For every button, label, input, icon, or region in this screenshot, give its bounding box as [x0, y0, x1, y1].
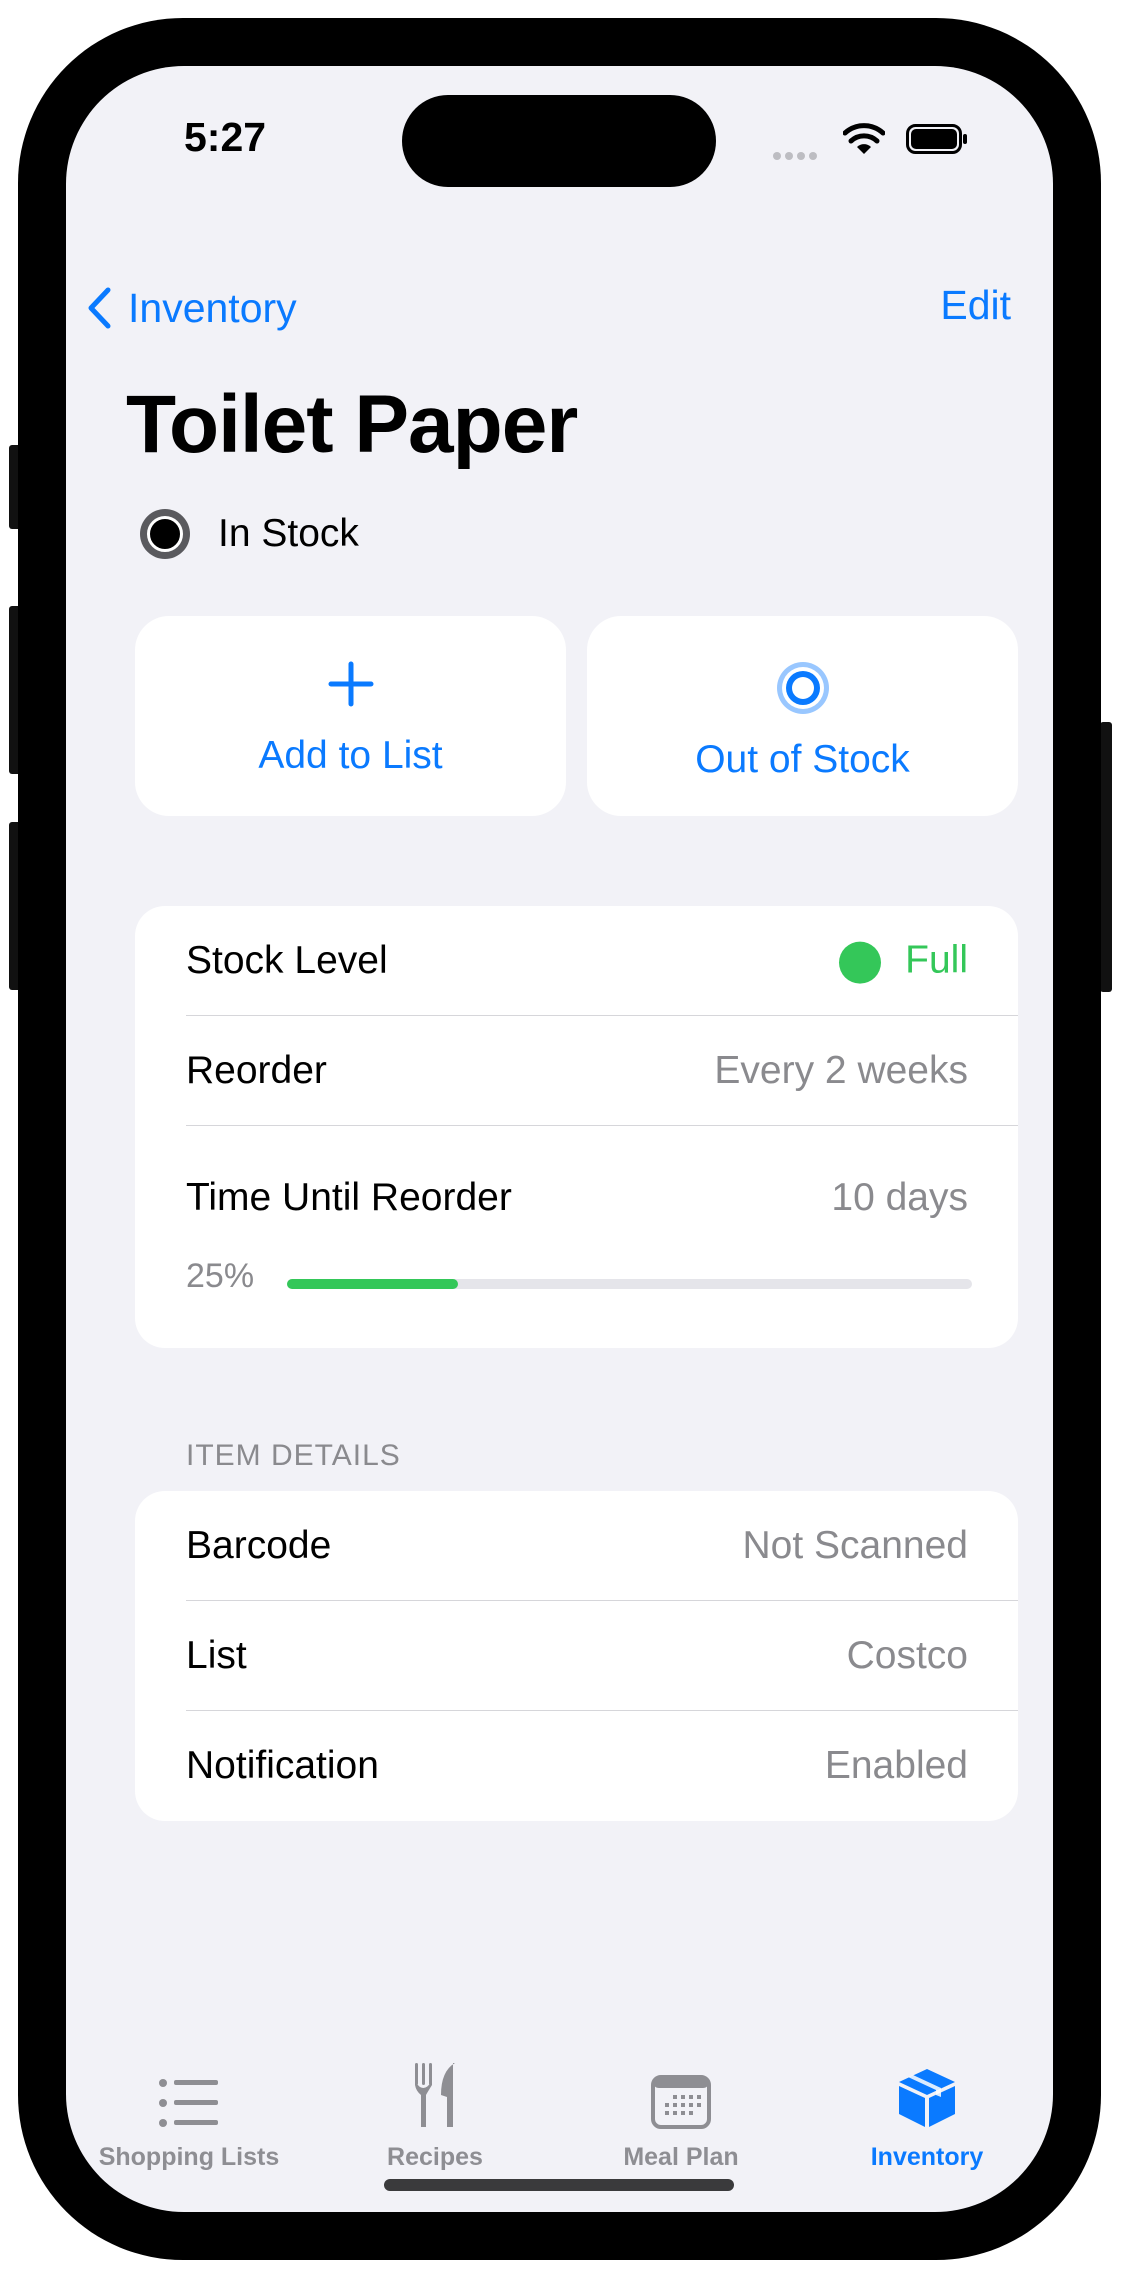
- item-details-header: ITEM DETAILS: [186, 1439, 401, 1472]
- phone-frame: 5:27 Inventory Edit Toilet Paper In Stoc…: [18, 18, 1101, 2260]
- reorder-row[interactable]: Reorder Every 2 weeks: [135, 1016, 1018, 1126]
- screen: 5:27 Inventory Edit Toilet Paper In Stoc…: [66, 66, 1053, 2212]
- calendar-icon: [651, 2075, 711, 2129]
- reorder-value: Every 2 weeks: [714, 1049, 968, 1092]
- tab-label: Meal Plan: [623, 2143, 739, 2171]
- notification-label: Notification: [186, 1744, 379, 1787]
- time-until-reorder-label: Time Until Reorder: [186, 1176, 512, 1219]
- tab-bar: Shopping Lists Recipes Meal Plan Invento…: [66, 2051, 1053, 2191]
- status-time: 5:27: [184, 114, 267, 160]
- page-title: Toilet Paper: [126, 379, 578, 470]
- battery-icon: [906, 124, 967, 154]
- stock-level-row[interactable]: Stock Level Full: [135, 906, 1018, 1016]
- reorder-label: Reorder: [186, 1049, 327, 1092]
- out-of-stock-button[interactable]: Out of Stock: [587, 616, 1018, 816]
- stock-status[interactable]: In Stock: [140, 509, 359, 559]
- plus-icon: [328, 661, 373, 707]
- back-label: Inventory: [128, 284, 297, 331]
- list-label: List: [186, 1634, 247, 1677]
- chevron-left-icon: [88, 287, 111, 329]
- progress-percent: 25%: [186, 1257, 255, 1295]
- notification-row[interactable]: Notification Enabled: [135, 1711, 1018, 1821]
- time-until-reorder-row: Time Until Reorder 10 days 25%: [135, 1126, 1018, 1348]
- dynamic-island: [402, 95, 716, 187]
- list-icon: [159, 2079, 218, 2127]
- tab-label: Recipes: [387, 2143, 483, 2171]
- list-value: Costco: [846, 1634, 968, 1677]
- barcode-row[interactable]: Barcode Not Scanned: [135, 1491, 1018, 1601]
- time-until-reorder-value: 10 days: [831, 1176, 968, 1219]
- progress-track: [287, 1279, 972, 1289]
- status-dot-icon: [839, 941, 882, 984]
- fork-knife-icon: [415, 2063, 455, 2127]
- tab-label: Shopping Lists: [98, 2143, 280, 2171]
- tab-recipes[interactable]: Recipes: [312, 2051, 558, 2172]
- stock-level-value: Full: [839, 939, 968, 984]
- barcode-label: Barcode: [186, 1524, 332, 1567]
- tab-inventory[interactable]: Inventory: [804, 2051, 1050, 2172]
- barcode-value: Not Scanned: [742, 1524, 969, 1567]
- side-button-power: [1100, 722, 1112, 992]
- add-to-list-button[interactable]: Add to List: [135, 616, 566, 816]
- back-button[interactable]: Inventory: [86, 278, 297, 338]
- tab-shopping-lists[interactable]: Shopping Lists: [66, 2051, 312, 2172]
- add-to-list-label: Add to List: [258, 734, 443, 777]
- cellular-signal-icon: [773, 147, 821, 165]
- home-indicator[interactable]: [384, 2179, 734, 2191]
- out-of-stock-label: Out of Stock: [695, 738, 910, 781]
- edit-button[interactable]: Edit: [940, 282, 1011, 329]
- box-icon: [899, 2069, 955, 2127]
- stock-status-radio-icon: [140, 509, 190, 559]
- stock-card: Stock Level Full Reorder Every 2 weeks T…: [135, 906, 1018, 1348]
- item-details-card: Barcode Not Scanned List Costco Notifica…: [135, 1491, 1018, 1821]
- stock-level-label: Stock Level: [186, 939, 388, 982]
- notification-value: Enabled: [824, 1744, 968, 1787]
- progress-fill: [287, 1279, 459, 1289]
- wifi-icon: [843, 123, 885, 154]
- tab-label: Inventory: [870, 2143, 984, 2171]
- list-row[interactable]: List Costco: [135, 1601, 1018, 1711]
- target-icon: [776, 662, 829, 714]
- stock-status-label: In Stock: [218, 512, 359, 555]
- tab-meal-plan[interactable]: Meal Plan: [558, 2051, 804, 2172]
